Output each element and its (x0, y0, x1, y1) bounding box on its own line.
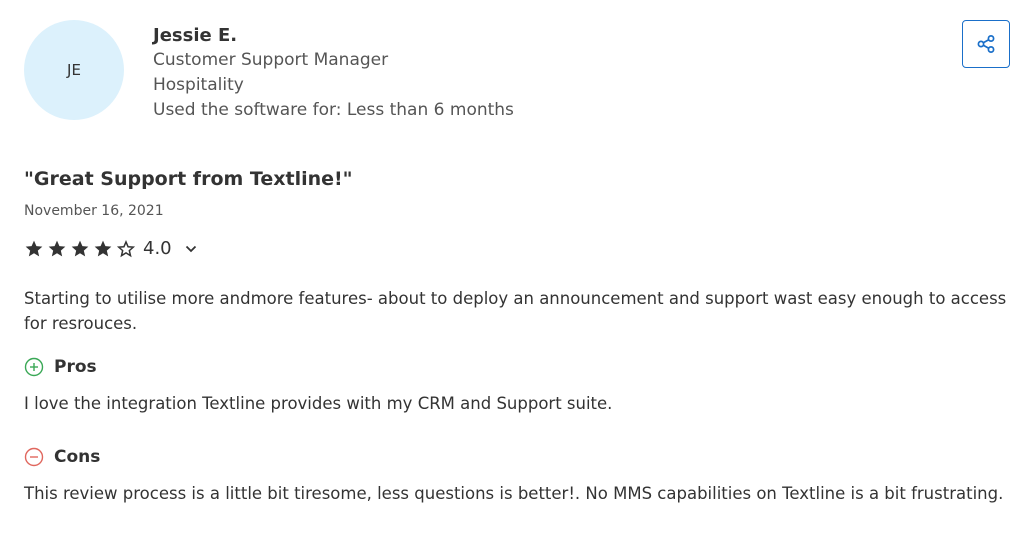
share-button[interactable] (962, 20, 1010, 68)
avatar-initials: JE (67, 61, 81, 79)
star-filled-icon (71, 240, 89, 256)
star-rating: 4.0 (24, 238, 198, 259)
reviewer-usage: Used the software for: Less than 6 month… (153, 100, 514, 120)
rating-value: 4.0 (143, 238, 172, 259)
reviewer-info: Jessie E. Customer Support Manager Hospi… (153, 24, 514, 123)
reviewer-name: Jessie E. (153, 25, 238, 46)
review-title: "Great Support from Textline!" (24, 168, 353, 190)
reviewer-avatar: JE (24, 20, 124, 120)
plus-circle-icon (24, 357, 44, 377)
pros-heading: Pros (24, 357, 97, 377)
review-date: November 16, 2021 (24, 203, 164, 219)
pros-text: I love the integration Textline provides… (24, 394, 613, 413)
minus-circle-icon (24, 447, 44, 467)
star-filled-icon (25, 240, 43, 256)
chevron-down-icon[interactable] (184, 242, 198, 256)
review-summary: Starting to utilise more andmore feature… (24, 289, 1007, 333)
cons-heading: Cons (24, 447, 100, 467)
share-icon (977, 35, 995, 53)
cons-label: Cons (54, 447, 101, 467)
cons-text: This review process is a little bit tire… (24, 484, 1004, 503)
reviewer-industry: Hospitality (153, 75, 244, 95)
star-empty-icon (116, 239, 136, 257)
reviewer-role: Customer Support Manager (153, 50, 389, 70)
star-filled-icon (48, 240, 66, 256)
star-filled-icon (94, 240, 112, 256)
pros-label: Pros (54, 357, 97, 377)
